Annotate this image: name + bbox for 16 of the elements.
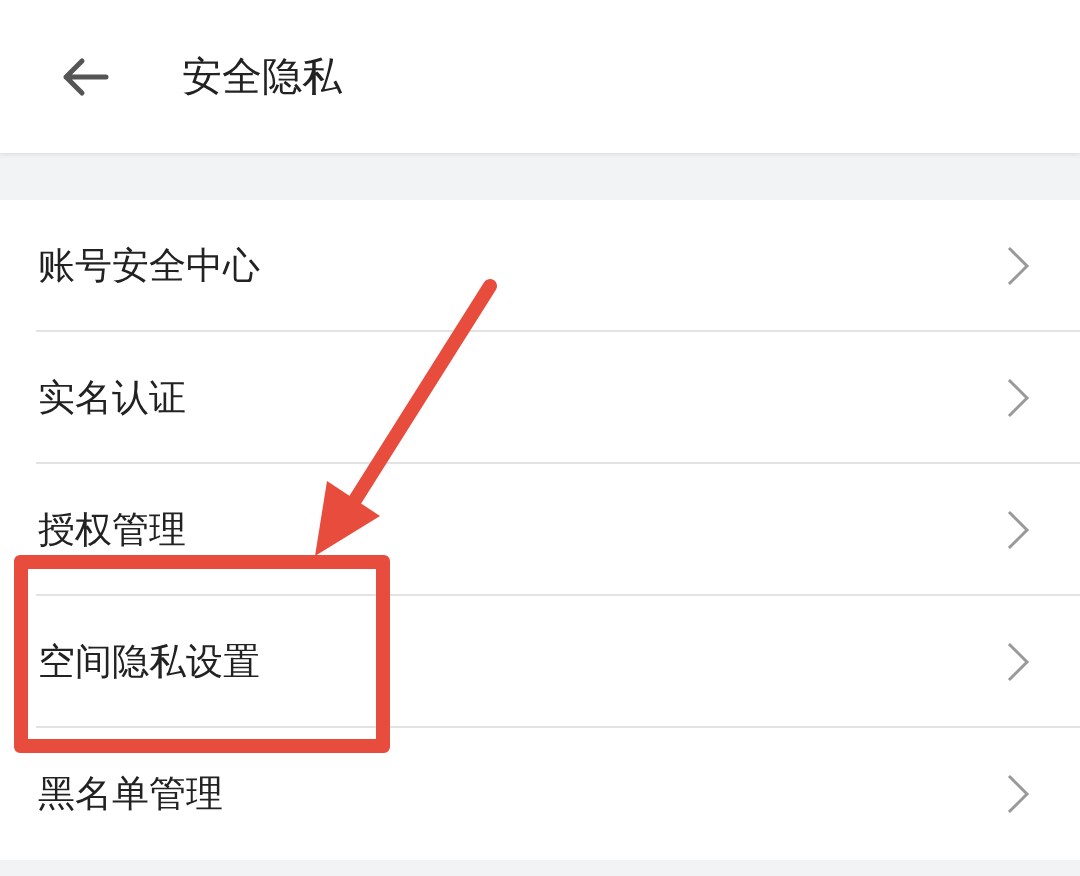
- settings-item[interactable]: 黑名单管理: [0, 728, 1080, 860]
- item-label: 账号安全中心: [38, 243, 260, 289]
- settings-item[interactable]: 实名认证: [0, 332, 1080, 464]
- item-label: 空间隐私设置: [38, 639, 260, 685]
- chevron-icon: [1006, 378, 1030, 418]
- page-title: 安全隐私: [182, 52, 342, 101]
- item-label: 授权管理: [38, 507, 186, 553]
- item-label: 黑名单管理: [38, 771, 223, 817]
- chevron-icon: [1006, 642, 1030, 682]
- chevron-icon: [1006, 246, 1030, 286]
- settings-item[interactable]: 授权管理: [0, 464, 1080, 596]
- settings-item[interactable]: 账号安全中心: [0, 200, 1080, 332]
- settings-item[interactable]: 空间隐私设置: [0, 596, 1080, 728]
- chevron-icon: [1006, 774, 1030, 814]
- item-label: 实名认证: [38, 375, 186, 421]
- chevron-icon: [1006, 510, 1030, 550]
